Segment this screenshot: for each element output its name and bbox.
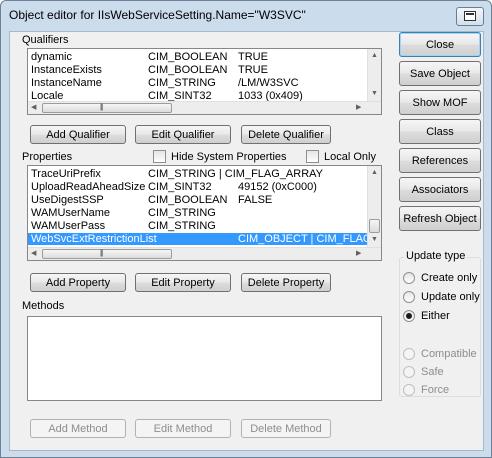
property-type: CIM_SINT32 — [148, 181, 212, 193]
hide-system-properties-checkbox[interactable] — [153, 150, 166, 163]
grip-icon: ||| — [100, 250, 104, 257]
object-editor-window: Object editor for IIsWebServiceSetting.N… — [0, 0, 492, 458]
scroll-up-icon[interactable]: ▲ — [371, 52, 378, 60]
qualifier-type: CIM_BOOLEAN — [148, 64, 228, 76]
references-button[interactable]: References — [399, 148, 481, 173]
delete-qualifier-button[interactable]: Delete Qualifier — [241, 125, 331, 144]
property-row[interactable]: WAMUserName CIM_STRING — [28, 207, 381, 219]
title-button[interactable] — [456, 7, 484, 26]
property-type: CIM_STRING — [148, 220, 216, 232]
show-mof-button[interactable]: Show MOF — [399, 90, 481, 115]
update-type-label: Update type — [404, 250, 468, 262]
property-type: CIM_BOOLEAN — [148, 194, 228, 206]
property-name: WAMUserName — [31, 207, 111, 219]
scroll-thumb[interactable]: ||| — [42, 249, 172, 259]
hide-system-properties-label: Hide System Properties — [171, 151, 287, 163]
qualifiers-horizontal-scrollbar[interactable]: ◀ ||| ▶ — [28, 101, 381, 114]
property-value: FALSE — [238, 194, 273, 206]
scroll-left-icon[interactable]: ◀ — [31, 104, 36, 112]
qualifier-row[interactable]: InstanceExists CIM_BOOLEAN TRUE — [28, 64, 381, 76]
safe-label: Safe — [421, 366, 444, 378]
property-name: WAMUserPass — [31, 220, 106, 232]
refresh-object-button[interactable]: Refresh Object — [399, 206, 481, 231]
local-only-checkbox[interactable] — [306, 150, 319, 163]
window-title: Object editor for IIsWebServiceSetting.N… — [9, 8, 306, 22]
associators-button[interactable]: Associators — [399, 177, 481, 202]
compatible-radio[interactable] — [403, 348, 415, 360]
close-button[interactable]: Close — [399, 32, 481, 57]
qualifier-row[interactable]: InstanceName CIM_STRING /LM/W3SVC — [28, 77, 381, 89]
property-value: CIM_OBJECT | CIM_FLAG_ARRAY — [238, 233, 381, 245]
qualifiers-vertical-scrollbar[interactable]: ▲ ▼ — [367, 49, 381, 101]
safe-radio[interactable] — [403, 366, 415, 378]
edit-qualifier-button[interactable]: Edit Qualifier — [135, 125, 231, 144]
property-type: CIM_STRING — [148, 207, 216, 219]
qualifier-type: CIM_BOOLEAN — [148, 51, 228, 63]
properties-label: Properties — [22, 151, 73, 163]
property-row[interactable]: UploadReadAheadSize CIM_SINT32 49152 (0x… — [28, 181, 381, 193]
qualifier-type: CIM_STRING — [148, 77, 216, 89]
edit-method-button[interactable]: Edit Method — [135, 419, 231, 438]
qualifier-value: TRUE — [238, 64, 268, 76]
scroll-down-icon[interactable]: ▼ — [371, 90, 378, 98]
scroll-thumb[interactable] — [369, 219, 380, 233]
property-name: UploadReadAheadSize — [31, 181, 146, 193]
either-radio[interactable] — [403, 310, 415, 322]
qualifier-value: /LM/W3SVC — [238, 77, 299, 89]
property-type: CIM_STRING | CIM_FLAG_ARRAY — [148, 168, 324, 180]
property-row[interactable]: UseDigestSSP CIM_BOOLEAN FALSE — [28, 194, 381, 206]
scroll-thumb[interactable]: ||| — [42, 103, 172, 113]
add-property-button[interactable]: Add Property — [30, 273, 126, 292]
force-radio[interactable] — [403, 384, 415, 396]
title-bar: Object editor for IIsWebServiceSetting.N… — [1, 1, 491, 31]
methods-label: Methods — [22, 300, 65, 312]
scroll-right-icon[interactable]: ▶ — [356, 104, 361, 112]
create-only-label: Create only — [421, 272, 478, 284]
local-only-label: Local Only — [324, 151, 376, 163]
qualifier-name: InstanceName — [31, 77, 102, 89]
property-row[interactable]: TraceUriPrefix CIM_STRING | CIM_FLAG_ARR… — [28, 168, 381, 180]
add-qualifier-button[interactable]: Add Qualifier — [30, 125, 126, 144]
property-value: 49152 (0xC000) — [238, 181, 317, 193]
window-restore-icon — [464, 11, 476, 21]
compatible-label: Compatible — [421, 348, 477, 360]
delete-property-button[interactable]: Delete Property — [241, 273, 331, 292]
properties-horizontal-scrollbar[interactable]: ◀ ||| ▶ — [28, 247, 381, 260]
edit-property-button[interactable]: Edit Property — [135, 273, 231, 292]
qualifier-name: dynamic — [31, 51, 72, 63]
scroll-right-icon[interactable]: ▶ — [356, 250, 361, 258]
scroll-left-icon[interactable]: ◀ — [31, 250, 36, 258]
create-only-radio[interactable] — [403, 272, 415, 284]
methods-list[interactable] — [27, 316, 382, 401]
qualifiers-label: Qualifiers — [22, 34, 69, 46]
update-only-radio[interactable] — [403, 291, 415, 303]
scroll-down-icon[interactable]: ▼ — [371, 236, 378, 244]
dialog-client: Qualifiers dynamic CIM_BOOLEAN TRUE Inst… — [9, 31, 484, 451]
qualifiers-list[interactable]: dynamic CIM_BOOLEAN TRUE InstanceExists … — [27, 48, 382, 115]
property-name: WebSvcExtRestrictionList — [31, 233, 157, 245]
property-name: UseDigestSSP — [31, 194, 104, 206]
properties-list[interactable]: TraceUriPrefix CIM_STRING | CIM_FLAG_ARR… — [27, 165, 382, 261]
add-method-button[interactable]: Add Method — [30, 419, 126, 438]
class-button[interactable]: Class — [399, 119, 481, 144]
properties-vertical-scrollbar[interactable]: ▲ ▼ — [367, 166, 381, 247]
force-label: Force — [421, 384, 450, 396]
delete-method-button[interactable]: Delete Method — [241, 419, 331, 438]
either-label: Either — [421, 310, 450, 322]
qualifier-value: TRUE — [238, 51, 268, 63]
update-only-label: Update only — [421, 291, 480, 303]
grip-icon: ||| — [100, 104, 104, 111]
qualifier-name: InstanceExists — [31, 64, 102, 76]
qualifier-row[interactable]: dynamic CIM_BOOLEAN TRUE — [28, 51, 381, 63]
property-name: TraceUriPrefix — [31, 168, 101, 180]
property-row-selected[interactable]: WebSvcExtRestrictionList CIM_OBJECT | CI… — [28, 233, 381, 245]
scroll-up-icon[interactable]: ▲ — [371, 169, 378, 177]
property-row[interactable]: WAMUserPass CIM_STRING — [28, 220, 381, 232]
save-object-button[interactable]: Save Object — [399, 61, 481, 86]
